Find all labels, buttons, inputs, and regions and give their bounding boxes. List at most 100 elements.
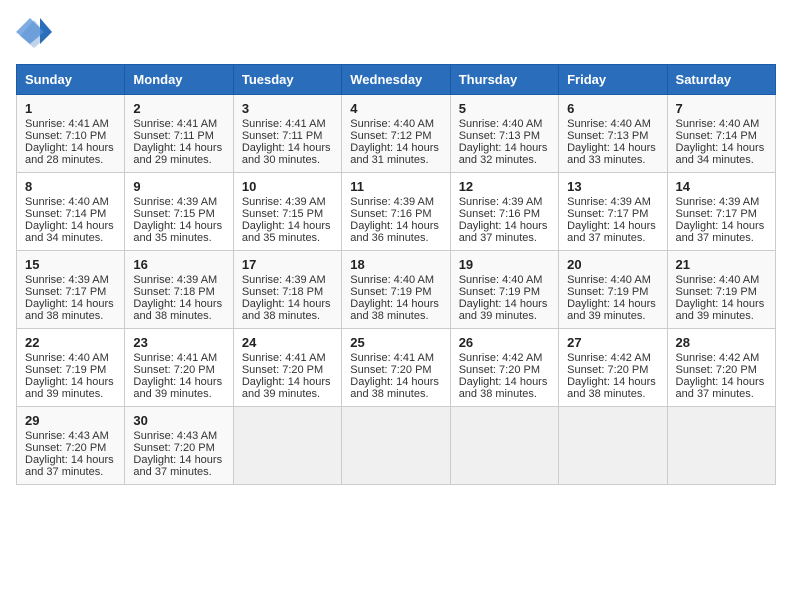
sunrise-text: Sunrise: 4:40 AM	[567, 274, 658, 286]
sunset-text: Sunset: 7:16 PM	[459, 208, 550, 220]
sunset-text: Sunset: 7:20 PM	[133, 442, 224, 454]
daylight-text: Daylight: 14 hours and 37 minutes.	[567, 220, 658, 244]
calendar-cell: 26Sunrise: 4:42 AMSunset: 7:20 PMDayligh…	[450, 329, 558, 407]
sunrise-text: Sunrise: 4:41 AM	[133, 118, 224, 130]
sunset-text: Sunset: 7:13 PM	[459, 130, 550, 142]
daylight-text: Daylight: 14 hours and 37 minutes.	[676, 220, 767, 244]
day-number: 8	[25, 179, 116, 194]
calendar-cell	[342, 407, 450, 485]
calendar-week-2: 15Sunrise: 4:39 AMSunset: 7:17 PMDayligh…	[17, 251, 776, 329]
sunrise-text: Sunrise: 4:40 AM	[350, 118, 441, 130]
sunrise-text: Sunrise: 4:39 AM	[242, 274, 333, 286]
daylight-text: Daylight: 14 hours and 37 minutes.	[676, 376, 767, 400]
sunrise-text: Sunrise: 4:40 AM	[350, 274, 441, 286]
sunrise-text: Sunrise: 4:42 AM	[676, 352, 767, 364]
header-row: SundayMondayTuesdayWednesdayThursdayFrid…	[17, 65, 776, 95]
calendar-cell: 16 Sunrise: 4:39 AMSunset: 7:18 PMDayligh…	[125, 251, 233, 329]
calendar-body: 1Sunrise: 4:41 AMSunset: 7:10 PMDaylight…	[17, 95, 776, 485]
daylight-text: Daylight: 14 hours and 36 minutes.	[350, 220, 441, 244]
sunset-text: Sunset: 7:14 PM	[25, 208, 116, 220]
sunrise-text: Sunrise: 4:41 AM	[133, 352, 224, 364]
header-cell-saturday: Saturday	[667, 65, 775, 95]
sunset-text: Sunset: 7:18 PM	[242, 286, 333, 298]
daylight-text: Daylight: 14 hours and 37 minutes.	[25, 454, 116, 478]
day-number: 17	[242, 257, 333, 272]
sunrise-text: Sunrise: 4:40 AM	[459, 274, 550, 286]
header-cell-wednesday: Wednesday	[342, 65, 450, 95]
calendar-cell: 12Sunrise: 4:39 AMSunset: 7:16 PMDayligh…	[450, 173, 558, 251]
calendar-week-4: 29Sunrise: 4:43 AMSunset: 7:20 PMDayligh…	[17, 407, 776, 485]
header-cell-thursday: Thursday	[450, 65, 558, 95]
sunrise-text: Sunrise: 4:40 AM	[459, 118, 550, 130]
daylight-text: Daylight: 14 hours and 39 minutes.	[133, 376, 224, 400]
day-number: 16	[133, 257, 224, 272]
sunrise-text: Sunrise: 4:39 AM	[242, 196, 333, 208]
sunrise-text: Sunrise: 4:41 AM	[242, 352, 333, 364]
header-cell-tuesday: Tuesday	[233, 65, 341, 95]
daylight-text: Daylight: 14 hours and 39 minutes.	[459, 298, 550, 322]
sunset-text: Sunset: 7:16 PM	[350, 208, 441, 220]
sunrise-text: Sunrise: 4:39 AM	[133, 274, 224, 286]
daylight-text: Daylight: 14 hours and 29 minutes.	[133, 142, 224, 166]
daylight-text: Daylight: 14 hours and 38 minutes.	[133, 298, 224, 322]
sunrise-text: Sunrise: 4:42 AM	[459, 352, 550, 364]
calendar-cell: 17Sunrise: 4:39 AMSunset: 7:18 PMDayligh…	[233, 251, 341, 329]
header-cell-friday: Friday	[559, 65, 667, 95]
day-number: 30	[133, 413, 224, 428]
sunset-text: Sunset: 7:19 PM	[676, 286, 767, 298]
sunrise-text: Sunrise: 4:39 AM	[676, 196, 767, 208]
sunset-text: Sunset: 7:13 PM	[567, 130, 658, 142]
day-number: 28	[676, 335, 767, 350]
day-number: 22	[25, 335, 116, 350]
calendar-cell: 20Sunrise: 4:40 AMSunset: 7:19 PMDayligh…	[559, 251, 667, 329]
calendar-cell: 1Sunrise: 4:41 AMSunset: 7:10 PMDaylight…	[17, 95, 125, 173]
header	[16, 16, 776, 52]
logo	[16, 16, 56, 52]
day-number: 25	[350, 335, 441, 350]
calendar-week-3: 22Sunrise: 4:40 AMSunset: 7:19 PMDayligh…	[17, 329, 776, 407]
sunrise-text: Sunrise: 4:40 AM	[567, 118, 658, 130]
sunrise-text: Sunrise: 4:41 AM	[350, 352, 441, 364]
day-number: 15	[25, 257, 116, 272]
day-number: 24	[242, 335, 333, 350]
sunrise-text: Sunrise: 4:41 AM	[242, 118, 333, 130]
calendar-cell: 4Sunrise: 4:40 AMSunset: 7:12 PMDaylight…	[342, 95, 450, 173]
calendar-cell: 13Sunrise: 4:39 AMSunset: 7:17 PMDayligh…	[559, 173, 667, 251]
day-number: 18	[350, 257, 441, 272]
daylight-text: Daylight: 14 hours and 38 minutes.	[567, 376, 658, 400]
day-number: 29	[25, 413, 116, 428]
day-number: 20	[567, 257, 658, 272]
sunrise-text: Sunrise: 4:39 AM	[350, 196, 441, 208]
calendar-cell: 27Sunrise: 4:42 AMSunset: 7:20 PMDayligh…	[559, 329, 667, 407]
sunrise-text: Sunrise: 4:40 AM	[676, 274, 767, 286]
sunset-text: Sunset: 7:15 PM	[242, 208, 333, 220]
day-number: 27	[567, 335, 658, 350]
sunrise-text: Sunrise: 4:43 AM	[133, 430, 224, 442]
sunset-text: Sunset: 7:20 PM	[567, 364, 658, 376]
calendar-cell: 10Sunrise: 4:39 AMSunset: 7:15 PMDayligh…	[233, 173, 341, 251]
day-number: 19	[459, 257, 550, 272]
sunset-text: Sunset: 7:18 PM	[133, 286, 224, 298]
calendar-cell: 6Sunrise: 4:40 AMSunset: 7:13 PMDaylight…	[559, 95, 667, 173]
day-number: 12	[459, 179, 550, 194]
daylight-text: Daylight: 14 hours and 33 minutes.	[567, 142, 658, 166]
calendar-cell: 5Sunrise: 4:40 AMSunset: 7:13 PMDaylight…	[450, 95, 558, 173]
day-number: 14	[676, 179, 767, 194]
daylight-text: Daylight: 14 hours and 38 minutes.	[459, 376, 550, 400]
day-number: 9	[133, 179, 224, 194]
sunrise-text: Sunrise: 4:39 AM	[133, 196, 224, 208]
daylight-text: Daylight: 14 hours and 32 minutes.	[459, 142, 550, 166]
daylight-text: Daylight: 14 hours and 39 minutes.	[567, 298, 658, 322]
calendar-cell: 29Sunrise: 4:43 AMSunset: 7:20 PMDayligh…	[17, 407, 125, 485]
sunrise-text: Sunrise: 4:39 AM	[25, 274, 116, 286]
sunrise-text: Sunrise: 4:40 AM	[25, 196, 116, 208]
sunset-text: Sunset: 7:20 PM	[350, 364, 441, 376]
sunset-text: Sunset: 7:14 PM	[676, 130, 767, 142]
sunset-text: Sunset: 7:19 PM	[350, 286, 441, 298]
sunrise-text: Sunrise: 4:43 AM	[25, 430, 116, 442]
calendar-cell: 8Sunrise: 4:40 AMSunset: 7:14 PMDaylight…	[17, 173, 125, 251]
sunset-text: Sunset: 7:12 PM	[350, 130, 441, 142]
sunset-text: Sunset: 7:19 PM	[459, 286, 550, 298]
sunrise-text: Sunrise: 4:41 AM	[25, 118, 116, 130]
calendar-week-1: 8 Sunrise: 4:40 AMSunset: 7:14 PM Daylight…	[17, 173, 776, 251]
